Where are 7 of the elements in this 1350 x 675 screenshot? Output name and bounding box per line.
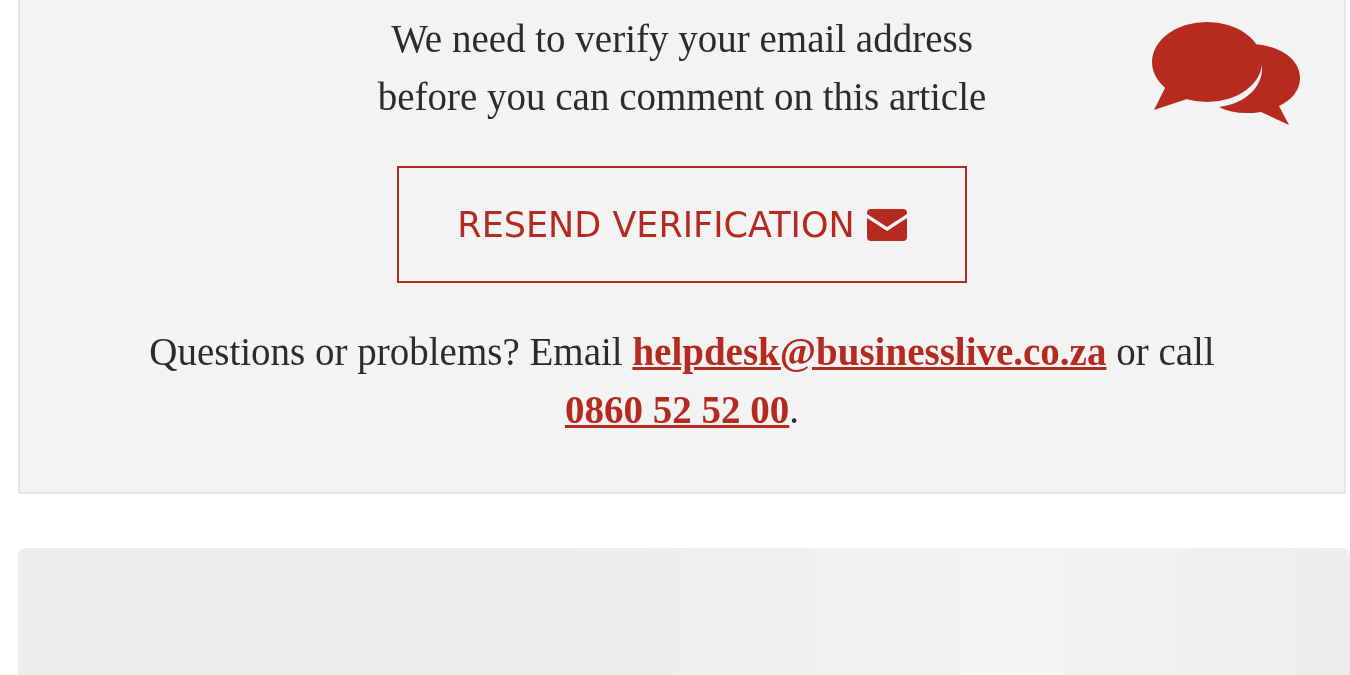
resend-verification-button[interactable]: RESEND VERIFICATION [397,166,967,283]
verification-message: We need to verify your email address before you can comment on this article [377,16,987,121]
help-text: Questions or problems? Email helpdesk@businesslive.co.za or call 0860 52 52 00. [148,329,1216,433]
envelope-icon [866,208,907,241]
chat-bubbles-icon [1152,22,1302,125]
email-link[interactable]: helpdesk@businesslive.co.za [632,330,1107,373]
phone-link[interactable]: 0860 52 52 00 [565,388,790,431]
